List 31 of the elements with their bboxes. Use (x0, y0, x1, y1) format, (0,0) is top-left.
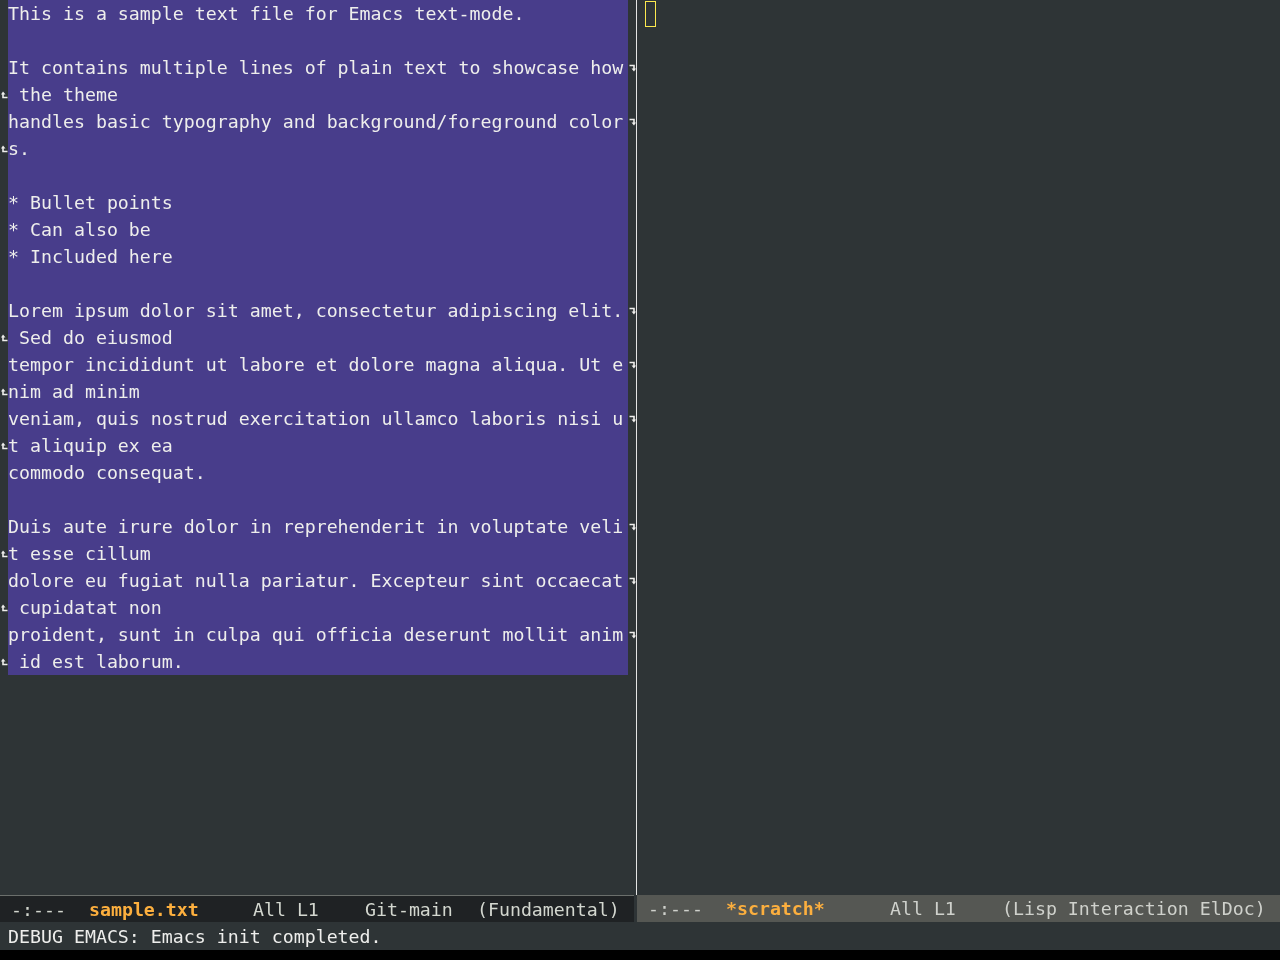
text-line: * Included here (8, 246, 173, 267)
text-line: cupidatat non (18, 597, 162, 618)
major-mode: (Fundamental) (476, 897, 620, 922)
text-line: Duis aute irure dolor in reprehenderit in voluptate veli (8, 516, 624, 537)
text-line: t esse cillum (8, 543, 151, 564)
text-line: dolore eu fugiat nulla pariatur. Excepteur sint occaecat (8, 570, 624, 591)
text-line: t aliquip ex ea (8, 435, 173, 456)
vc-branch: Git-main (364, 897, 454, 922)
modified-status: -:--- (648, 897, 703, 921)
modified-status: -:--- (11, 897, 66, 922)
text-line: Lorem ipsum dolor sit amet, consectetur adipiscing elit. (8, 300, 624, 321)
text-line: * Can also be (8, 219, 151, 240)
text-line: the theme (18, 84, 118, 105)
text-line: veniam, quis nostrud exercitation ullamco laboris nisi u (8, 408, 624, 429)
buffer-position: All L1 (252, 897, 320, 922)
text-line: Sed do eiusmod (18, 327, 173, 348)
text-line: It contains multiple lines of plain text to showcase how (8, 57, 624, 78)
echo-area-message: DEBUG EMACS: Emacs init completed. (8, 925, 382, 947)
text-line: This is a sample text file for Emacs text-mode. (8, 3, 525, 24)
buffer-position: All L1 (889, 897, 957, 921)
buffer-name: *scratch* (725, 897, 826, 921)
text-line: proident, sunt in culpa qui officia deserunt mollit anim (8, 624, 624, 645)
text-line: nim ad minim (8, 381, 140, 402)
text-line: commodo consequat. (8, 462, 206, 483)
text-line: tempor incididunt ut labore et dolore magna aliqua. Ut e (8, 354, 624, 375)
major-mode: (Lisp Interaction ElDoc) (1001, 897, 1266, 921)
buffer-name: sample.txt (88, 897, 200, 922)
text-line: * Bullet points (8, 192, 173, 213)
text-line: handles basic typography and background/foreground color (8, 111, 624, 132)
text-line: id est laborum. (18, 651, 184, 672)
text-line: s. (8, 138, 30, 159)
